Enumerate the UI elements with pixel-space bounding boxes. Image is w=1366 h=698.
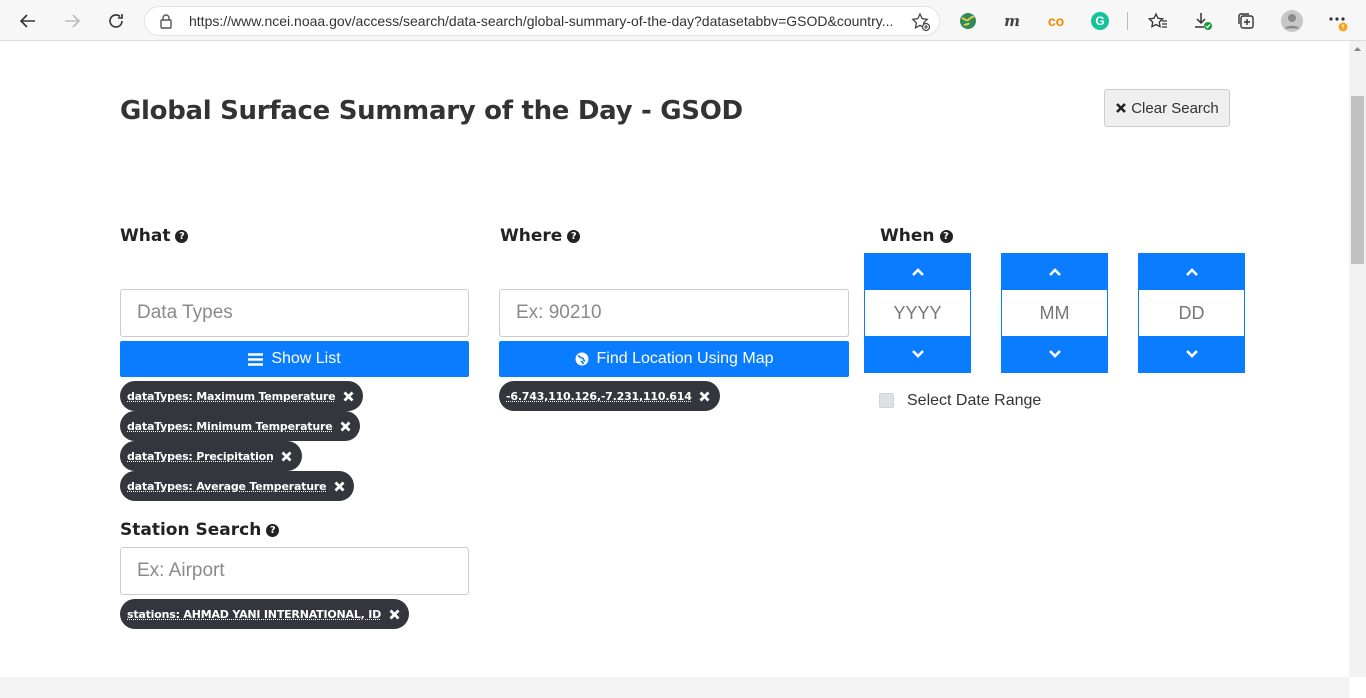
when-label: When ? bbox=[880, 226, 953, 246]
station-chip: stations: AHMAD YANI INTERNATIONAL, ID bbox=[120, 599, 410, 629]
chevron-up-icon bbox=[1185, 268, 1198, 276]
footer-strip bbox=[0, 677, 1349, 698]
where-label: Where ? bbox=[500, 226, 581, 246]
collections-icon[interactable] bbox=[1233, 8, 1259, 34]
date-range-checkbox[interactable] bbox=[879, 393, 894, 408]
day-spinner bbox=[1138, 253, 1245, 373]
what-label-text: What bbox=[120, 226, 171, 246]
clear-search-label: Clear Search bbox=[1131, 99, 1219, 117]
year-decrement-button[interactable] bbox=[865, 336, 970, 372]
when-label-text: When bbox=[880, 226, 935, 246]
year-spinner bbox=[864, 253, 971, 373]
chip-label[interactable]: dataTypes: Average Temperature bbox=[127, 480, 327, 493]
filter-chip: dataTypes: Minimum Temperature bbox=[120, 411, 361, 441]
where-help-icon[interactable]: ? bbox=[567, 229, 581, 243]
station-search-label: Station Search ? bbox=[120, 520, 280, 540]
year-increment-button[interactable] bbox=[865, 254, 970, 290]
month-increment-button[interactable] bbox=[1002, 254, 1107, 290]
forward-icon[interactable] bbox=[59, 8, 85, 34]
month-decrement-button[interactable] bbox=[1002, 336, 1107, 372]
remove-chip-icon[interactable] bbox=[387, 607, 401, 621]
lock-icon bbox=[160, 14, 172, 29]
globe-extension-icon[interactable] bbox=[957, 10, 979, 32]
month-spinner bbox=[1001, 253, 1108, 373]
day-decrement-button[interactable] bbox=[1139, 336, 1244, 372]
chip-label[interactable]: dataTypes: Minimum Temperature bbox=[127, 420, 333, 433]
profile-avatar-icon[interactable] bbox=[1279, 8, 1305, 34]
chip-label[interactable]: stations: AHMAD YANI INTERNATIONAL, ID bbox=[127, 608, 381, 621]
scrollbar-thumb[interactable] bbox=[1351, 96, 1364, 264]
data-types-input[interactable] bbox=[120, 289, 469, 337]
downloads-icon[interactable] bbox=[1190, 8, 1216, 34]
month-input[interactable] bbox=[1002, 290, 1107, 336]
date-range-label: Select Date Range bbox=[907, 392, 1042, 409]
find-location-button[interactable]: Find Location Using Map bbox=[499, 341, 849, 377]
address-bar[interactable]: https://www.ncei.noaa.gov/access/search/… bbox=[144, 6, 940, 36]
remove-chip-icon[interactable] bbox=[280, 449, 294, 463]
location-input[interactable] bbox=[499, 289, 849, 337]
list-icon bbox=[248, 352, 264, 366]
show-list-label: Show List bbox=[271, 350, 341, 367]
chevron-up-icon bbox=[1048, 268, 1061, 276]
close-icon bbox=[1116, 103, 1127, 113]
filter-chip: dataTypes: Precipitation bbox=[120, 441, 302, 471]
page-title: Global Surface Summary of the Day - GSOD bbox=[120, 96, 743, 126]
chevron-up-icon bbox=[911, 268, 924, 276]
show-list-button[interactable]: Show List bbox=[120, 341, 469, 377]
chevron-down-icon bbox=[911, 350, 924, 358]
filter-chip: dataTypes: Maximum Temperature bbox=[120, 381, 364, 411]
back-icon[interactable] bbox=[15, 8, 41, 34]
station-search-label-text: Station Search bbox=[120, 520, 262, 540]
browser-toolbar: https://www.ncei.noaa.gov/access/search/… bbox=[0, 0, 1366, 41]
remove-chip-icon[interactable] bbox=[698, 389, 712, 403]
what-help-icon[interactable]: ? bbox=[175, 229, 189, 243]
settings-more-icon[interactable] bbox=[1325, 8, 1351, 34]
chip-label[interactable]: dataTypes: Maximum Temperature bbox=[127, 390, 336, 403]
remove-chip-icon[interactable] bbox=[341, 389, 355, 403]
chip-label[interactable]: dataTypes: Precipitation bbox=[127, 450, 274, 463]
refresh-icon[interactable] bbox=[103, 8, 129, 34]
chip-label[interactable]: -6.743,110.126,-7.231,110.614 bbox=[506, 390, 692, 403]
year-input[interactable] bbox=[865, 290, 970, 336]
chevron-down-icon bbox=[1185, 350, 1198, 358]
globe-icon bbox=[575, 352, 588, 366]
grammarly-icon[interactable]: G bbox=[1089, 10, 1111, 32]
station-help-icon[interactable]: ? bbox=[266, 523, 280, 537]
url-text: https://www.ncei.noaa.gov/access/search/… bbox=[189, 13, 894, 29]
grammarly-badge: G bbox=[1091, 12, 1109, 30]
when-help-icon[interactable]: ? bbox=[939, 229, 953, 243]
day-increment-button[interactable] bbox=[1139, 254, 1244, 290]
remove-chip-icon[interactable] bbox=[338, 419, 352, 433]
remove-chip-icon[interactable] bbox=[332, 479, 346, 493]
m-extension-icon[interactable]: m bbox=[1001, 10, 1023, 32]
find-location-label: Find Location Using Map bbox=[596, 350, 774, 367]
co-extension-icon[interactable]: co bbox=[1045, 10, 1067, 32]
toolbar-separator bbox=[1127, 12, 1128, 30]
chevron-down-icon bbox=[1048, 350, 1061, 358]
where-label-text: Where bbox=[500, 226, 563, 246]
add-favorite-icon[interactable] bbox=[911, 12, 931, 32]
what-label: What ? bbox=[120, 226, 189, 246]
station-search-input[interactable] bbox=[120, 547, 469, 595]
scroll-up-icon[interactable] bbox=[1351, 44, 1364, 54]
clear-search-button[interactable]: Clear Search bbox=[1104, 89, 1230, 127]
location-chip: -6.743,110.126,-7.231,110.614 bbox=[499, 381, 720, 411]
favorites-icon[interactable] bbox=[1145, 8, 1171, 34]
filter-chip: dataTypes: Average Temperature bbox=[120, 471, 355, 501]
day-input[interactable] bbox=[1139, 290, 1244, 336]
